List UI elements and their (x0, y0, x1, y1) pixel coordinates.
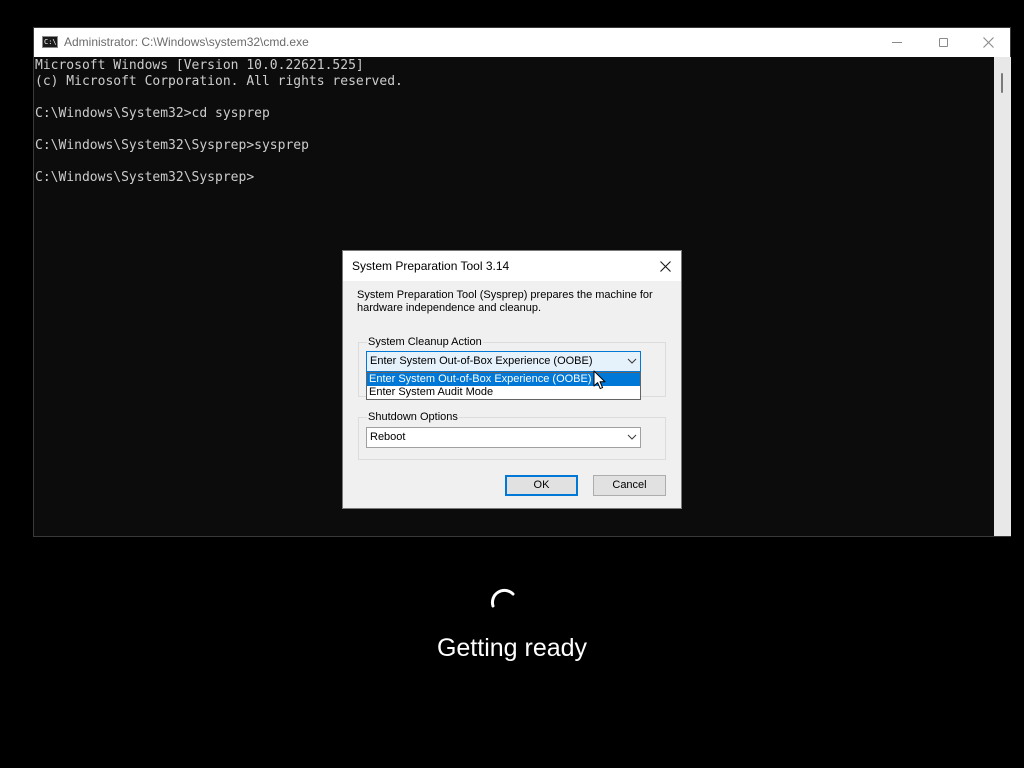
scrollbar-thumb[interactable] (1001, 73, 1003, 93)
console-line: C:\Windows\System32\Sysprep>sysprep (35, 138, 309, 153)
dialog-close-button[interactable] (649, 251, 681, 281)
cancel-button[interactable]: Cancel (593, 475, 666, 496)
dialog-description: System Preparation Tool (Sysprep) prepar… (357, 289, 653, 314)
shutdown-options-selected-value: Reboot (370, 431, 406, 443)
close-icon (659, 260, 671, 272)
cleanup-action-label: System Cleanup Action (367, 336, 483, 349)
cmd-window-title: Administrator: C:\Windows\system32\cmd.e… (64, 35, 309, 49)
cleanup-action-dropdown[interactable]: Enter System Out-of-Box Experience (OOBE… (366, 351, 641, 372)
console-line: Microsoft Windows [Version 10.0.22621.52… (35, 58, 364, 73)
close-button[interactable] (965, 28, 1011, 57)
shutdown-options-dropdown[interactable]: Reboot (366, 427, 641, 448)
close-icon (982, 37, 994, 48)
dialog-title-bar[interactable]: System Preparation Tool 3.14 (343, 251, 681, 281)
chevron-down-icon (627, 434, 637, 440)
mouse-pointer-icon (593, 370, 606, 390)
chevron-down-icon (627, 358, 637, 364)
cmd-app-icon: C:\ (42, 36, 58, 48)
sysprep-dialog: System Preparation Tool 3.14 System Prep… (342, 250, 682, 509)
dialog-title: System Preparation Tool 3.14 (352, 259, 510, 273)
vertical-scrollbar[interactable] (994, 57, 1011, 536)
status-text: Getting ready (436, 634, 588, 662)
loading-spinner-icon (490, 588, 515, 608)
minimize-icon (892, 42, 902, 43)
cmd-title-bar[interactable]: C:\ Administrator: C:\Windows\system32\c… (34, 28, 1010, 57)
console-line: (c) Microsoft Corporation. All rights re… (35, 74, 403, 89)
maximize-button[interactable] (920, 28, 966, 57)
desktop: C:\ Administrator: C:\Windows\system32\c… (0, 0, 1024, 768)
ok-button[interactable]: OK (505, 475, 578, 496)
minimize-button[interactable] (874, 28, 920, 57)
maximize-icon (938, 38, 948, 47)
console-prompt: C:\Windows\System32\Sysprep> (35, 170, 255, 185)
console-line: C:\Windows\System32>cd sysprep (35, 106, 270, 121)
cleanup-action-selected-value: Enter System Out-of-Box Experience (OOBE… (370, 355, 593, 367)
shutdown-options-label: Shutdown Options (367, 411, 459, 424)
